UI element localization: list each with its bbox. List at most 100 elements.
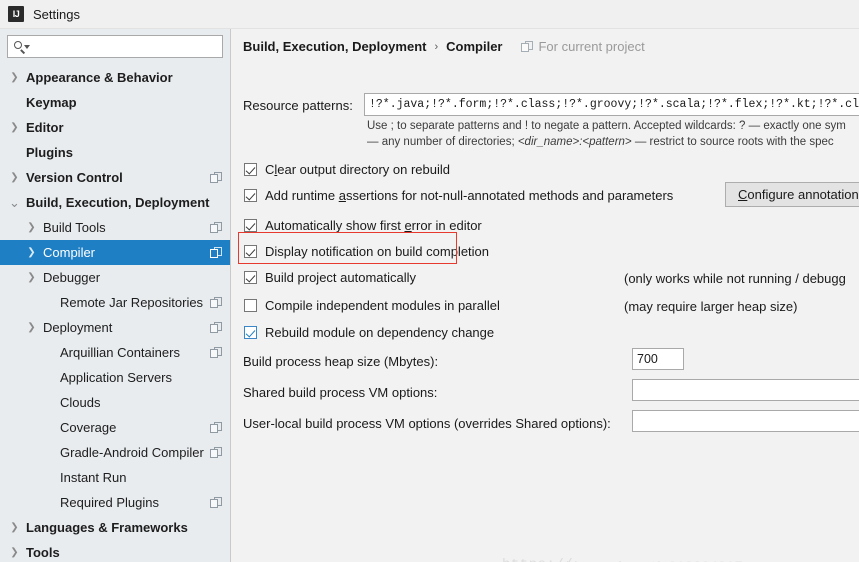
chevron-right-icon[interactable]: ❯	[25, 272, 38, 283]
chevron-down-icon[interactable]: ⌄	[8, 196, 21, 209]
user-local-vm-options-input[interactable]	[632, 410, 859, 432]
checkbox-label-post: ssertions for not-null-annotated methods…	[345, 188, 674, 203]
checkbox-label-pre: C	[265, 162, 275, 177]
checkbox-label-pre: Build project automatically	[265, 270, 417, 285]
sidebar-item-plugins[interactable]: Plugins	[0, 140, 230, 165]
copy-icon	[210, 246, 222, 259]
copy-icon	[521, 40, 534, 53]
sidebar-item-keymap[interactable]: Keymap	[0, 90, 230, 115]
checkbox-row[interactable]: Add runtime assertions for not-null-anno…	[244, 188, 673, 203]
sidebar-item-label: Remote Jar Repositories	[60, 295, 204, 310]
chevron-right-icon[interactable]: ❯	[25, 247, 38, 258]
sidebar-item-application-servers[interactable]: Application Servers	[0, 365, 230, 390]
sidebar-item-version-control[interactable]: ❯ Version Control	[0, 165, 230, 190]
checkbox-label: Display notification on build completion	[265, 244, 489, 259]
search-container	[0, 29, 230, 58]
shared-vm-options-input[interactable]	[632, 379, 859, 401]
sidebar-item-label: Application Servers	[60, 370, 172, 385]
resource-patterns-input[interactable]	[364, 93, 859, 116]
checkbox-input[interactable]	[244, 299, 257, 312]
hint-italic: <dir_name>:<pattern>	[517, 136, 632, 148]
sidebar-item-gradle-android-compiler[interactable]: Gradle-Android Compiler	[0, 440, 230, 465]
configure-annotations-button[interactable]: Configure annotations...	[725, 182, 859, 207]
breadcrumb-parent[interactable]: Build, Execution, Deployment	[243, 39, 426, 54]
checkbox-side-note: (only works while not running / debugg	[624, 271, 846, 286]
checkbox-input[interactable]	[244, 326, 257, 339]
search-input[interactable]	[31, 39, 222, 54]
checkbox-label: Rebuild module on dependency change	[265, 325, 494, 340]
chevron-right-icon[interactable]: ❯	[8, 172, 21, 183]
chevron-right-icon[interactable]: ❯	[8, 122, 21, 133]
search-icon	[13, 40, 30, 54]
checkbox-label-pre: Automatically show first	[265, 218, 405, 233]
checkbox-input[interactable]	[244, 163, 257, 176]
chevron-right-icon[interactable]: ❯	[25, 322, 38, 333]
sidebar-item-label: Arquillian Containers	[60, 345, 180, 360]
sidebar-item-editor[interactable]: ❯ Editor	[0, 115, 230, 140]
chevron-right-icon[interactable]: ❯	[8, 547, 21, 558]
sidebar-item-clouds[interactable]: Clouds	[0, 390, 230, 415]
search-box[interactable]	[7, 35, 223, 58]
copy-icon	[210, 421, 222, 434]
chevron-right-icon[interactable]: ❯	[8, 72, 21, 83]
user-local-vm-options-label: User-local build process VM options (ove…	[243, 416, 611, 431]
checkbox-row[interactable]: Build project automatically	[244, 270, 416, 285]
copy-icon	[210, 221, 222, 234]
sidebar-item-build-execution-deployment[interactable]: ⌄ Build, Execution, Deployment	[0, 190, 230, 215]
sidebar-item-required-plugins[interactable]: Required Plugins	[0, 490, 230, 515]
copy-icon	[210, 171, 222, 184]
checkbox-row[interactable]: Compile independent modules in parallel	[244, 298, 500, 313]
checkbox-label: Automatically show first error in editor	[265, 218, 482, 233]
checkbox-row[interactable]: Display notification on build completion	[244, 244, 489, 259]
sidebar-item-label: Clouds	[60, 395, 101, 410]
checkbox-label-post: rror in editor	[411, 218, 482, 233]
sidebar-item-debugger[interactable]: ❯ Debugger	[0, 265, 230, 290]
settings-sidebar: ❯ Appearance & Behavior Keymap ❯ Editor Plu…	[0, 29, 230, 562]
breadcrumb: Build, Execution, Deployment › Compiler …	[243, 39, 645, 54]
project-scope-indicator: For current project	[521, 39, 645, 54]
settings-dialog: IJ Settings ❯ Appearance & Behavior Keyma…	[0, 0, 859, 562]
checkbox-input[interactable]	[244, 189, 257, 202]
configure-annotations-mnemonic: C	[738, 187, 748, 202]
checkbox-label-post: ear output directory on rebuild	[277, 162, 450, 177]
window-title: Settings	[33, 6, 80, 22]
checkbox-row[interactable]: Rebuild module on dependency change	[244, 325, 494, 340]
sidebar-item-languages-frameworks[interactable]: ❯ Languages & Frameworks	[0, 515, 230, 540]
checkbox-input[interactable]	[244, 271, 257, 284]
sidebar-item-label: Languages & Frameworks	[26, 520, 188, 535]
sidebar-item-label: Compiler	[43, 245, 96, 260]
sidebar-divider	[230, 29, 231, 562]
chevron-right-icon[interactable]: ❯	[25, 222, 38, 233]
sidebar-item-deployment[interactable]: ❯ Deployment	[0, 315, 230, 340]
checkbox-row[interactable]: Clear output directory on rebuild	[244, 162, 450, 177]
sidebar-item-appearance-behavior[interactable]: ❯ Appearance & Behavior	[0, 65, 230, 90]
heap-size-input[interactable]	[632, 348, 684, 370]
checkbox-input[interactable]	[244, 245, 257, 258]
checkbox-side-note: (may require larger heap size)	[624, 299, 798, 314]
sidebar-item-instant-run[interactable]: Instant Run	[0, 465, 230, 490]
checkbox-input[interactable]	[244, 219, 257, 232]
copy-icon	[210, 346, 222, 359]
sidebar-item-compiler[interactable]: ❯ Compiler	[0, 240, 230, 265]
sidebar-item-arquillian-containers[interactable]: Arquillian Containers	[0, 340, 230, 365]
checkbox-label: Build project automatically	[265, 270, 416, 285]
sidebar-item-label: Gradle-Android Compiler	[60, 445, 204, 460]
checkbox-row[interactable]: Automatically show first error in editor	[244, 218, 482, 233]
configure-annotations-label: onfigure annotations...	[747, 187, 859, 202]
chevron-right-icon[interactable]: ❯	[8, 522, 21, 533]
sidebar-item-coverage[interactable]: Coverage	[0, 415, 230, 440]
sidebar-item-label: Plugins	[26, 145, 73, 160]
heap-size-label: Build process heap size (Mbytes):	[243, 354, 439, 369]
sidebar-item-remote-jar-repositories[interactable]: Remote Jar Repositories	[0, 290, 230, 315]
watermark-url: https://	[502, 557, 573, 562]
sidebar-item-build-tools[interactable]: ❯ Build Tools	[0, 215, 230, 240]
sidebar-item-tools[interactable]: ❯ Tools	[0, 540, 230, 562]
sidebar-item-label: Appearance & Behavior	[26, 70, 173, 85]
copy-icon	[210, 296, 222, 309]
